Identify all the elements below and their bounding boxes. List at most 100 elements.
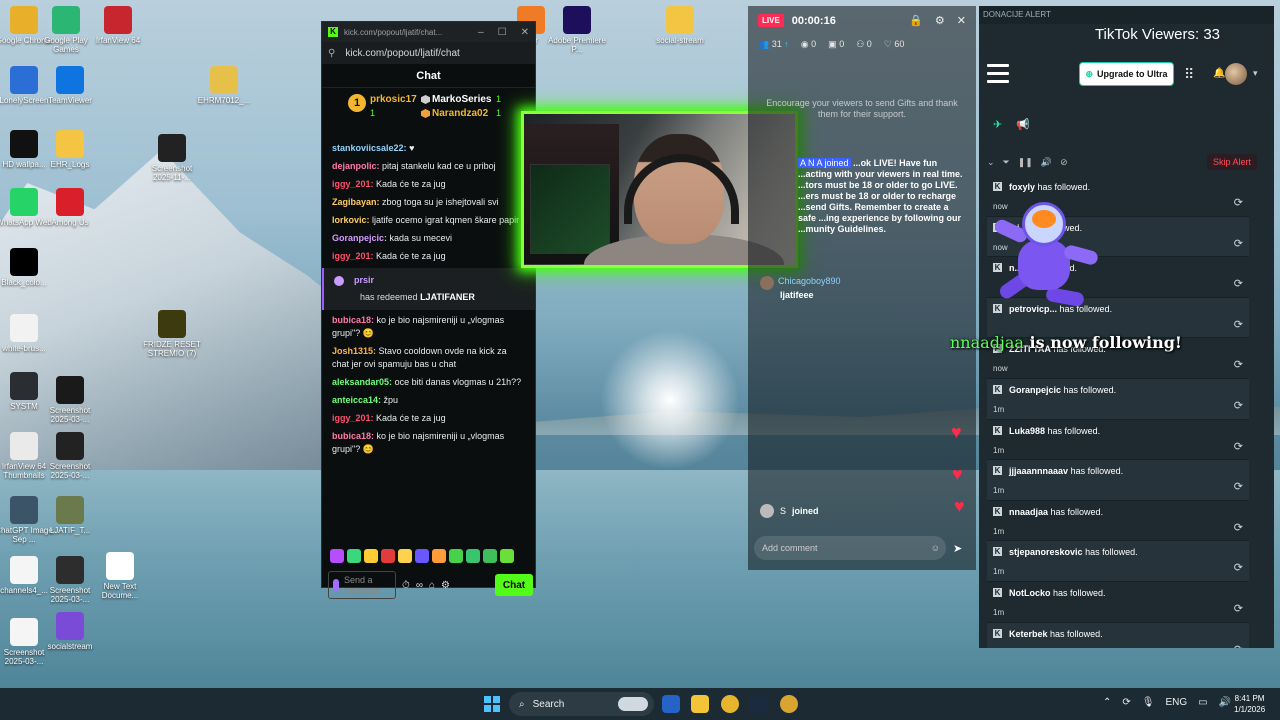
pinned-icon[interactable]: ∞ — [416, 580, 423, 591]
emote-icon[interactable] — [449, 549, 463, 563]
chat-username[interactable]: lorkovic: — [332, 215, 370, 225]
desktop-icon[interactable]: New Text Docume... — [90, 552, 150, 600]
kick-url-bar[interactable]: ⚲ kick.com/popout/ljatif/chat — [322, 42, 535, 64]
language-indicator[interactable]: ENG — [1165, 697, 1187, 708]
taskbar-clock[interactable]: 8:41 PM 1/1/2026 — [1234, 693, 1265, 715]
desktop-icon[interactable]: Google Play Games — [36, 6, 96, 54]
settings-icon[interactable]: ⚙ — [441, 580, 450, 591]
tiktok-live-panel[interactable]: LIVE 00:00:16 🔒 ⚙ ✕ 👥 31 ↑ ◉ 0 ▣ 0 ⚇ 0 ♡… — [748, 6, 976, 570]
gifter-third-name[interactable]: Narandza02 — [432, 108, 488, 119]
sync-icon[interactable]: ⟳ — [1122, 697, 1130, 708]
send-icon[interactable]: ➤ — [953, 542, 962, 555]
avatar[interactable] — [1225, 63, 1247, 85]
comment-user[interactable]: Chicagoboy890 — [778, 276, 841, 286]
bell-icon[interactable]: 🔔 — [1213, 68, 1225, 79]
chrome-profile-icon[interactable] — [780, 695, 798, 713]
desktop-icon[interactable]: Screenshot 2025-03-... — [40, 432, 100, 480]
desktop-icon[interactable]: IrfanView 64 — [88, 6, 148, 45]
chevron-down-icon[interactable]: ▾ — [1253, 68, 1258, 79]
skip-alert-button[interactable]: Skip Alert — [1206, 154, 1257, 170]
redeem-user[interactable]: prsir — [354, 275, 374, 285]
emote-icon[interactable] — [432, 549, 446, 563]
replay-icon[interactable]: ⟳ — [1234, 561, 1243, 574]
chat-messages[interactable]: stankoviicsale22: ♥ dejanpolic: pitaj sta… — [322, 140, 535, 540]
replay-icon[interactable]: ⟳ — [1234, 440, 1243, 453]
replay-icon[interactable]: ⟳ — [1234, 480, 1243, 493]
volume-icon[interactable]: 🔊 — [1041, 157, 1052, 168]
desktop-icon[interactable]: social-stream — [650, 6, 710, 45]
upgrade-button[interactable]: ⊕ Upgrade to Ultra — [1079, 62, 1174, 86]
replay-icon[interactable]: ⟳ — [1234, 643, 1243, 648]
monitor-icon[interactable]: ▭ — [1198, 697, 1207, 708]
chrome-icon[interactable] — [721, 695, 739, 713]
hamburger-menu-icon[interactable] — [987, 64, 1009, 83]
chat-username[interactable]: dejanpolic: — [332, 161, 380, 171]
chat-username[interactable]: iggy_201: — [332, 413, 374, 423]
chat-username[interactable]: Goranpejcic: — [332, 233, 387, 243]
taskbar-search[interactable]: ⌕ Search — [509, 692, 654, 716]
chat-send-button[interactable]: Chat — [495, 574, 533, 596]
chat-username[interactable]: stankoviicsale22: — [332, 143, 407, 153]
chat-username[interactable]: bubica18: — [332, 315, 374, 325]
chat-username[interactable]: iggy_201: — [332, 179, 374, 189]
chat-username[interactable]: anteicca14: — [332, 395, 381, 405]
settings-icon[interactable]: ⚙ — [935, 14, 945, 27]
kick-titlebar[interactable]: K kick.com/popout/ljatif/chat... – ☐ ✕ — [322, 22, 535, 42]
timeout-icon[interactable]: ⏱ — [402, 580, 410, 591]
replay-icon[interactable]: ⟳ — [1234, 602, 1243, 615]
site-info-icon[interactable]: ⚲ — [328, 48, 335, 59]
emote-icon[interactable] — [466, 549, 480, 563]
edge-icon[interactable] — [662, 695, 680, 713]
chevron-up-icon[interactable]: ⌃ — [1103, 697, 1111, 708]
desktop-icon[interactable]: LJATIF_T... — [40, 496, 100, 535]
maximize-icon[interactable]: ☐ — [498, 27, 507, 38]
replay-icon[interactable]: ⟳ — [1234, 318, 1243, 331]
filter-icon[interactable]: ⏷ — [1003, 157, 1010, 168]
replay-icon[interactable]: ⟳ — [1234, 521, 1243, 534]
chat-username[interactable]: Josh1315: — [332, 346, 376, 356]
send-tab-icon[interactable]: ✈ — [993, 118, 1002, 131]
replay-icon[interactable]: ⟳ — [1234, 237, 1243, 250]
apps-grid-icon[interactable]: ⠿ — [1184, 66, 1194, 83]
emote-picker-icon[interactable] — [333, 579, 340, 591]
emote-icon[interactable] — [500, 549, 514, 563]
desktop-icon[interactable]: TeamViewer — [40, 66, 100, 105]
desktop-icon[interactable]: white-brus... — [0, 314, 54, 353]
lock-icon[interactable]: 🔒 — [909, 14, 923, 27]
replay-icon[interactable]: ⟳ — [1234, 277, 1243, 290]
windows-start-icon[interactable] — [484, 696, 500, 712]
mute-icon[interactable]: ⊘ — [1060, 157, 1068, 168]
desktop-icon[interactable]: socialstream — [40, 612, 100, 651]
file-explorer-icon[interactable] — [691, 695, 709, 713]
avatar[interactable] — [760, 276, 774, 290]
emoji-icon[interactable]: ☺ — [931, 543, 940, 553]
emote-bar[interactable] — [330, 549, 514, 563]
chat-username[interactable]: iggy_201: — [332, 251, 374, 261]
steam-icon[interactable] — [750, 695, 768, 713]
chat-username[interactable]: aleksandar05: — [332, 377, 392, 387]
desktop-icon[interactable]: Black_colo... — [0, 248, 54, 287]
gifter-second-name[interactable]: MarkoSeries — [432, 94, 491, 105]
close-icon[interactable]: ✕ — [521, 27, 529, 38]
desktop-icon[interactable]: EHR_Logs — [40, 130, 100, 169]
close-icon[interactable]: ✕ — [957, 14, 966, 27]
add-comment-input[interactable]: Add comment ☺ — [754, 536, 946, 560]
gifter-first-name[interactable]: prkosic17 — [370, 94, 417, 105]
replay-icon[interactable]: ⟳ — [1234, 196, 1243, 209]
minimize-icon[interactable]: – — [478, 27, 484, 38]
donacije-alert-panel[interactable]: DONACIJE ALERT TikTok Viewers: 33 ⊕ Upgr… — [979, 6, 1274, 648]
microphone-icon[interactable]: 🎙 — [1142, 697, 1155, 708]
chat-username[interactable]: bubica18: — [332, 431, 374, 441]
chat-username[interactable]: Zagibayan: — [332, 197, 380, 207]
replay-icon[interactable]: ⟳ — [1234, 358, 1243, 371]
kick-chat-window[interactable]: K kick.com/popout/ljatif/chat... – ☐ ✕ ⚲… — [321, 21, 536, 599]
desktop-icon[interactable]: FRIDZE RESET STREMIO (7) — [142, 310, 202, 358]
emote-icon[interactable] — [381, 549, 395, 563]
emote-icon[interactable] — [347, 549, 361, 563]
replay-icon[interactable]: ⟳ — [1234, 399, 1243, 412]
store-icon[interactable]: ⌂ — [429, 580, 435, 591]
desktop-icon[interactable]: EHRM7012_... — [194, 66, 254, 105]
megaphone-tab-icon[interactable]: 📢 — [1016, 118, 1030, 131]
emote-icon[interactable] — [330, 549, 344, 563]
emote-icon[interactable] — [415, 549, 429, 563]
